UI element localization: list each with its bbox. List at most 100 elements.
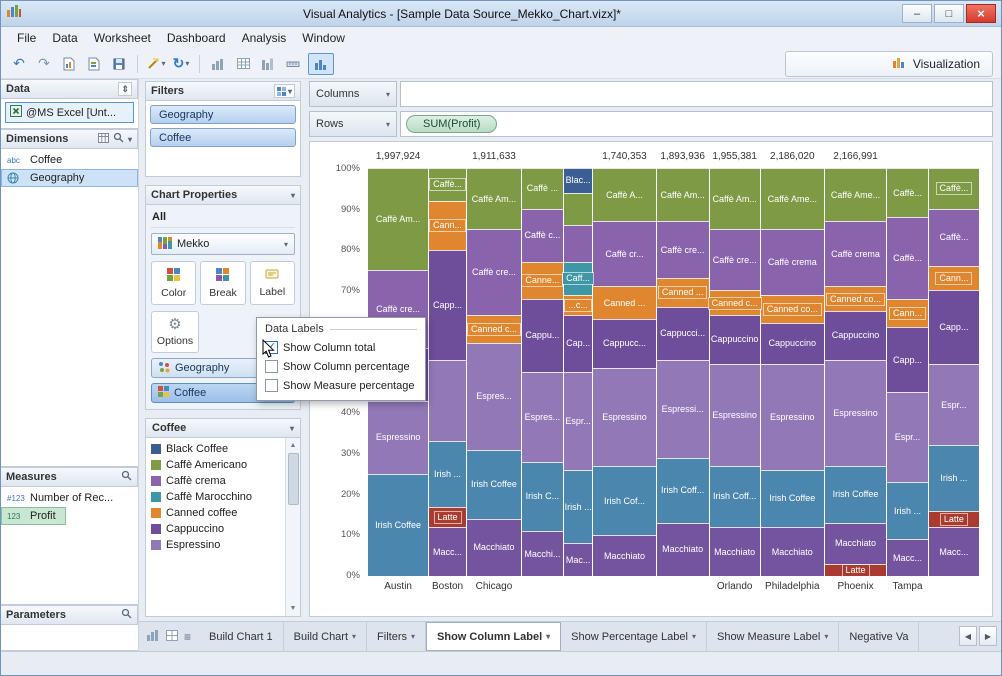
- mekko-column-unlabeled[interactable]: Macc... Latte Irish ... Espr... Capp... Cann.…: [928, 168, 980, 576]
- popup-option-show-column-total[interactable]: ✓ Show Column total: [265, 341, 417, 354]
- chevron-down-icon[interactable]: ▾: [291, 191, 295, 200]
- legend-item-black-coffee[interactable]: Black Coffee: [146, 441, 285, 457]
- mekko-segment-macchiato[interactable]: Macchiato: [709, 527, 760, 576]
- menu-item-window[interactable]: Window: [294, 29, 353, 47]
- mekko-column-phoenix[interactable]: Latte Macchiato Irish Coffee Espressino Capp…: [824, 151, 888, 592]
- color-button[interactable]: Color: [151, 261, 197, 305]
- mekko-segment-canned-coffee[interactable]: Cann...: [928, 265, 979, 291]
- new-worksheet-icon[interactable]: [59, 53, 79, 75]
- mekko-segment-irish-coffee[interactable]: Irish ...: [563, 469, 593, 544]
- mekko-segment-espressino[interactable]: [429, 359, 466, 442]
- table-view-icon[interactable]: [233, 53, 253, 75]
- rows-shelf[interactable]: SUM(Profit): [400, 111, 993, 137]
- mekko-segment-espressino[interactable]: Espr...: [887, 392, 928, 483]
- rows-shelf-label[interactable]: Rows ▾: [309, 111, 397, 137]
- dimension-item-coffee[interactable]: abc Coffee: [1, 151, 138, 169]
- mekko-segment-caff-americano[interactable]: Caffè Am...: [368, 168, 429, 271]
- mekko-segment-macchiato[interactable]: Macchiato: [760, 527, 824, 576]
- measure-item-profit[interactable]: 123 Profit: [1, 507, 66, 525]
- checkbox-show-measure-percentage[interactable]: [265, 379, 278, 392]
- mekko-segment-caff-americano[interactable]: Caffè...: [928, 168, 979, 209]
- tab-show-column-label[interactable]: Show Column Label ▾: [426, 622, 562, 651]
- tab-show-percentage-label[interactable]: Show Percentage Label ▾: [561, 622, 707, 651]
- filter-pill-geography[interactable]: Geography: [150, 105, 296, 124]
- break-button[interactable]: Break: [200, 261, 246, 305]
- search-icon[interactable]: [121, 608, 132, 622]
- mekko-segment-caff-americano[interactable]: Caffè...: [887, 168, 928, 218]
- mekko-column-philadelphia[interactable]: Macchiato Irish Coffee Espressino Cappuccin…: [760, 151, 825, 592]
- mekko-segment-espressino[interactable]: Espres...: [522, 372, 563, 462]
- checkbox-show-column-total[interactable]: ✓: [265, 341, 278, 354]
- menu-item-dashboard[interactable]: Dashboard: [159, 29, 234, 47]
- columns-shelf[interactable]: [400, 81, 993, 107]
- mekko-segment-caff-crema[interactable]: Caffè...: [887, 217, 928, 299]
- bar-chart-small-icon[interactable]: [208, 53, 228, 75]
- mekko-segment-macchiato[interactable]: Macchiato: [593, 535, 656, 576]
- mekko-segment-caff-americano[interactable]: Caffè ...: [522, 168, 563, 209]
- mekko-segment-macchiato[interactable]: Macc...: [429, 527, 466, 576]
- mekko-segment-latte[interactable]: Latte: [824, 563, 887, 577]
- legend-item-caff-marocchino[interactable]: Caffè Marocchino: [146, 489, 285, 505]
- mekko-segment-espressino[interactable]: Espressino: [709, 363, 760, 466]
- dimension-item-geography[interactable]: Geography: [1, 169, 138, 187]
- mekko-segment-caff-marocchino[interactable]: Caff...: [562, 261, 595, 295]
- mekko-segment-canned-coffee[interactable]: Canned c...: [707, 290, 762, 315]
- mekko-segment-cappuccino[interactable]: Cappuccino: [824, 310, 887, 360]
- mekko-segment-irish-coffee[interactable]: Irish Coffee: [760, 469, 824, 528]
- mekko-segment-caff-americano[interactable]: [563, 192, 593, 226]
- mekko-segment-caff-americano[interactable]: Caffè A...: [593, 168, 656, 222]
- mekko-column-chicago[interactable]: Macchiato Irish Coffee Espres... Canned c..…: [466, 151, 522, 592]
- legend-item-caff-crema[interactable]: Caffè crema: [146, 473, 285, 489]
- undo-button[interactable]: ↶: [9, 53, 29, 75]
- measure-item-number-of-rec[interactable]: #123 Number of Rec...: [1, 489, 138, 507]
- sum-profit-pill[interactable]: SUM(Profit): [406, 115, 498, 133]
- menu-item-worksheet[interactable]: Worksheet: [86, 29, 159, 47]
- tab-show-measure-label[interactable]: Show Measure Label ▾: [707, 622, 840, 651]
- new-dashboard-sheet-icon[interactable]: [166, 629, 178, 644]
- mekko-segment-caff-crema[interactable]: Caffè crema: [824, 221, 887, 287]
- measure-ruler-icon[interactable]: [283, 53, 303, 75]
- tab-scroll-right-icon[interactable]: ▶: [979, 626, 997, 646]
- mekko-segment-caff-crema[interactable]: Caffè cre...: [709, 229, 760, 291]
- mekko-segment-caff-americano[interactable]: Caffè Am...: [709, 168, 760, 230]
- mekko-segment-irish-coffee[interactable]: Irish Coff...: [656, 457, 709, 523]
- menu-item-file[interactable]: File: [9, 29, 44, 47]
- legend-item-espressino[interactable]: Espressino: [146, 537, 285, 553]
- new-chart-sheet-icon[interactable]: [147, 629, 160, 644]
- mekko-segment-canned-coffee[interactable]: Canned c...: [466, 314, 521, 344]
- mekko-segment-canned-coffee[interactable]: Canned co...: [760, 294, 824, 324]
- mekko-segment-espressino[interactable]: Espr...: [563, 372, 593, 470]
- filters-dropdown-button[interactable]: ▾: [273, 84, 295, 98]
- refresh-button[interactable]: ↻ ▾: [171, 53, 191, 75]
- menu-item-analysis[interactable]: Analysis: [234, 29, 295, 47]
- visualization-tab[interactable]: Visualization: [785, 50, 993, 77]
- mekko-segment-cappuccino[interactable]: Capp...: [429, 249, 466, 360]
- data-source-item[interactable]: @MS Excel [Unt...: [5, 102, 134, 123]
- mekko-segment-cappuccino[interactable]: Capp...: [887, 327, 928, 393]
- mekko-segment-espressino[interactable]: Espr...: [928, 363, 979, 446]
- mekko-segment-caff-americano[interactable]: Caffè Ame...: [760, 168, 824, 230]
- mekko-segment-canned-coffee[interactable]: ...c...: [563, 294, 593, 315]
- label-button[interactable]: Label: [249, 261, 295, 305]
- filter-pill-coffee[interactable]: Coffee: [150, 128, 296, 147]
- mekko-segment-irish-coffee[interactable]: Irish Cof...: [593, 465, 656, 536]
- mekko-segment-espressino[interactable]: Espres...: [466, 343, 521, 450]
- mekko-column-unlabeled[interactable]: Macchiato Irish Coff... Espressi... Cappucc…: [656, 151, 710, 576]
- mekko-column-tampa[interactable]: Macc... Irish ... Espr... Capp... Cann... Caf…: [887, 168, 929, 592]
- redo-button[interactable]: ↷: [34, 53, 54, 75]
- search-icon[interactable]: [113, 132, 124, 146]
- wand-icon[interactable]: ▾: [146, 53, 166, 75]
- tab-scroll-left-icon[interactable]: ◀: [959, 626, 977, 646]
- mekko-segment-espressino[interactable]: Espressino: [593, 367, 656, 466]
- mekko-segment-cappuccino[interactable]: Capp...: [928, 290, 979, 364]
- mekko-segment-irish-coffee[interactable]: Irish Coff...: [709, 465, 760, 528]
- table-icon[interactable]: [97, 132, 109, 146]
- search-icon[interactable]: [121, 470, 132, 484]
- scroll-down-icon[interactable]: ▼: [290, 602, 297, 615]
- mekko-segment-canned-coffee[interactable]: Canned ...: [593, 286, 656, 319]
- legend-item-cappuccino[interactable]: Cappuccino: [146, 521, 285, 537]
- mekko-segment-caff-crema[interactable]: [563, 225, 593, 262]
- minimize-button[interactable]: –: [902, 4, 932, 23]
- mekko-segment-caff-crema[interactable]: Caffè c...: [522, 208, 563, 262]
- mekko-segment-irish-coffee[interactable]: Irish ...: [887, 482, 928, 540]
